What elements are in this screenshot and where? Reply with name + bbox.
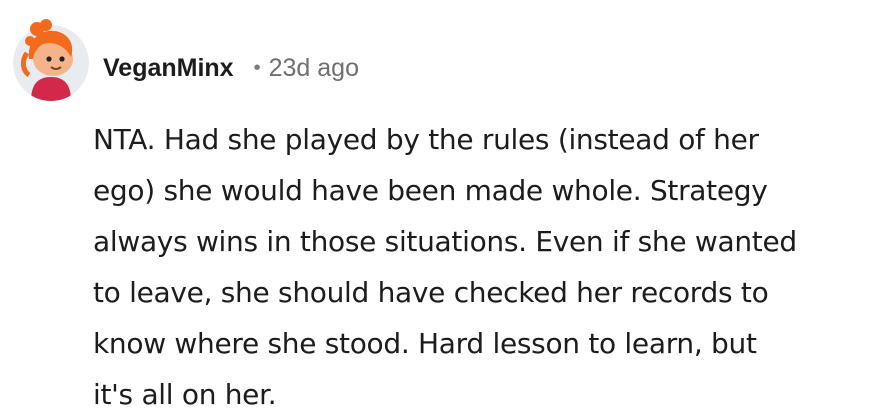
comment-body-line: to leave, she should have checked her re… xyxy=(93,276,769,309)
comment-body-line: ego) she would have been made whole. Str… xyxy=(93,174,768,207)
comment: VeganMinx • 23d ago NTA. Had she played … xyxy=(0,0,879,420)
comment-body: NTA. Had she played by the rules (instea… xyxy=(93,114,873,420)
comment-body-line: it's all on her. xyxy=(93,378,277,411)
username-link[interactable]: VeganMinx xyxy=(103,54,234,83)
comment-body-line: always wins in those situations. Even if… xyxy=(93,225,797,258)
separator-dot: • xyxy=(253,56,261,79)
comment-body-line: know where she stood. Hard lesson to lea… xyxy=(93,327,757,360)
timestamp-link[interactable]: 23d ago xyxy=(269,54,359,83)
comment-meta: VeganMinx • 23d ago xyxy=(103,50,359,86)
comment-body-line: NTA. Had she played by the rules (instea… xyxy=(93,123,759,156)
avatar-snoo-icon[interactable] xyxy=(13,13,89,101)
